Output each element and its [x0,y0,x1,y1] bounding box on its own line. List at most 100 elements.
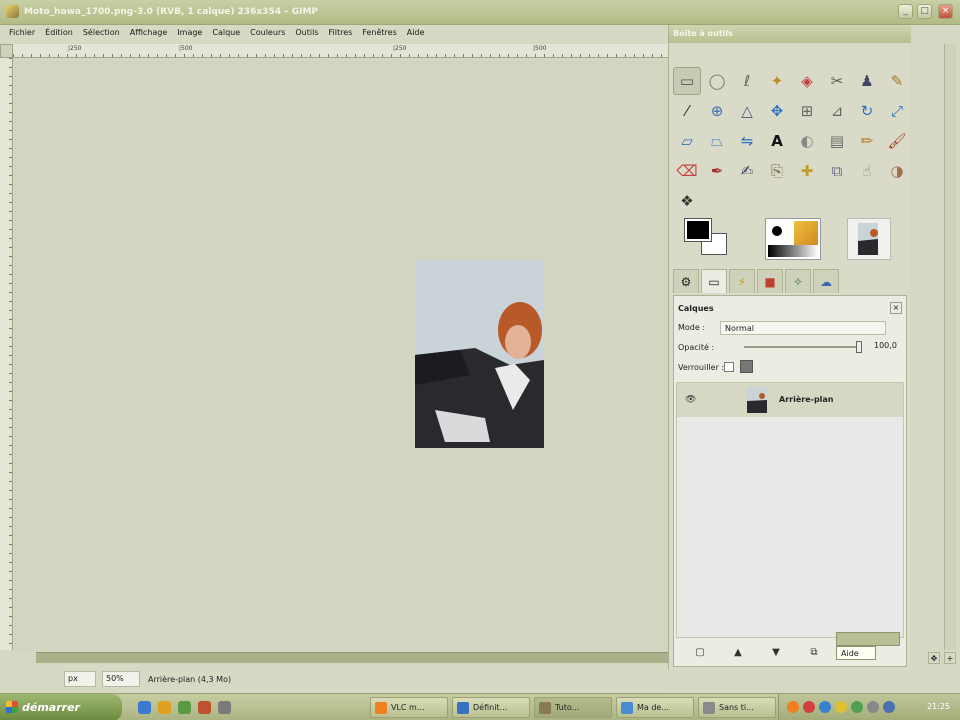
brushes-icon[interactable]: ✧ [785,269,811,293]
device-status-icon[interactable]: ▭ [701,269,727,293]
color-select-icon[interactable]: ◈ [793,67,821,95]
menu-calque[interactable]: Calque [207,25,245,42]
zoom-select[interactable]: 50% [102,671,140,687]
ink-icon[interactable]: ✍ [733,157,761,185]
menu-couleurs[interactable]: Couleurs [245,25,290,42]
heal-icon[interactable]: ✚ [793,157,821,185]
clock[interactable]: 21:25 [927,702,950,711]
free-select-icon[interactable]: ℓ [733,67,761,95]
opacity-slider-handle[interactable] [856,341,862,353]
layer-row[interactable]: 👁 Arrière-plan [677,383,903,417]
navigate-button[interactable]: ✥ [928,652,940,664]
task-definit[interactable]: Définit... [452,697,530,718]
zoom-icon[interactable]: ⊕ [703,97,731,125]
patterns-icon[interactable]: ☁ [813,269,839,293]
ie-icon[interactable] [138,701,151,714]
foreground-select-icon[interactable]: ♟ [853,67,881,95]
vertical-ruler[interactable] [0,58,13,650]
brush-preview[interactable] [772,226,782,236]
tray-network-icon[interactable] [819,701,831,713]
task-tuto[interactable]: Tuto... [534,697,612,718]
mode-select[interactable]: Normal [720,321,886,335]
paths-icon[interactable]: ✎ [883,67,911,95]
dodge-burn-icon[interactable]: ◑ [883,157,911,185]
minimize-button[interactable]: _ [898,4,913,19]
fg-bg-colors[interactable] [681,217,733,261]
unit-select[interactable]: px [64,671,96,687]
scissors-icon[interactable]: ✂ [823,67,851,95]
horizontal-ruler[interactable]: |250 |500 |250 |500 [13,44,668,58]
close-tab-icon[interactable]: × [890,302,902,314]
opacity-slider[interactable] [744,341,862,353]
fuzzy-select-icon[interactable]: ✦ [763,67,791,95]
new-layer-icon[interactable]: ▢ [686,647,714,658]
crop-icon[interactable]: ⊿ [823,97,851,125]
ellipse-select-icon[interactable]: ◯ [703,67,731,95]
pencil-icon[interactable]: ✏ [853,127,881,155]
vertical-scrollbar[interactable] [944,44,956,650]
rotate-icon[interactable]: ↻ [853,97,881,125]
active-image-preview[interactable] [847,218,891,260]
menu-fichier[interactable]: Fichier [4,25,40,42]
eraser-icon[interactable]: ⌫ [673,157,701,185]
smudge-icon[interactable]: ☝ [853,157,881,185]
airbrush-icon[interactable]: ✒ [703,157,731,185]
menu-aide[interactable]: Aide [402,25,430,42]
task-ma-de[interactable]: Ma de... [616,697,694,718]
quicklaunch-icon[interactable] [218,701,231,714]
media-player-icon[interactable] [158,701,171,714]
tray-update-icon[interactable] [851,701,863,713]
rect-select-icon[interactable]: ▭ [673,67,701,95]
layer-name[interactable]: Arrière-plan [779,395,834,404]
start-button[interactable]: démarrer [0,694,122,720]
ruler-corner[interactable] [0,44,13,58]
menu-affichage[interactable]: Affichage [125,25,173,42]
lock-pixels-icon[interactable] [740,360,753,373]
duplicate-layer-icon[interactable]: ⧉ [800,647,828,658]
brush-pattern-gradient[interactable] [765,218,821,260]
raise-layer-icon[interactable]: ▲ [724,647,752,658]
maximize-button[interactable]: □ [917,4,932,19]
pattern-preview[interactable] [794,221,818,245]
menu-outils[interactable]: Outils [290,25,323,42]
tool-options-icon[interactable]: ⚙ [673,269,699,293]
undo-history-icon[interactable]: ⚡ [729,269,755,293]
shear-icon[interactable]: ▱ [673,127,701,155]
images-icon[interactable]: ■ [757,269,783,293]
lock-alpha-checkbox[interactable] [724,362,734,372]
firefox-icon[interactable] [198,701,211,714]
bucket-fill-icon[interactable]: ◐ [793,127,821,155]
flip-icon[interactable]: ⇋ [733,127,761,155]
opacity-value[interactable]: 100,0 [874,341,897,350]
paintbrush-icon[interactable]: 🖌 [883,127,911,155]
photo-image[interactable] [415,260,544,448]
image-canvas[interactable] [14,59,668,651]
visibility-eye-icon[interactable]: 👁 [685,395,696,405]
menu-fenetres[interactable]: Fenêtres [357,25,401,42]
task-vlc[interactable]: VLC m... [370,697,448,718]
menu-filtres[interactable]: Filtres [324,25,358,42]
tray-volume-icon[interactable] [867,701,879,713]
clone-icon[interactable]: ⎘ [763,157,791,185]
scale-icon[interactable]: ⤢ [883,97,911,125]
menu-edition[interactable]: Édition [40,25,78,42]
color-tool-icon[interactable]: ❖ [673,187,701,215]
lower-layer-icon[interactable]: ▼ [762,647,790,658]
tray-antivirus-icon[interactable] [803,701,815,713]
color-picker-icon[interactable]: ⁄ [673,97,701,125]
align-icon[interactable]: ⊞ [793,97,821,125]
text-icon[interactable]: A [763,127,791,155]
blend-icon[interactable]: ▤ [823,127,851,155]
close-button[interactable]: × [938,4,953,19]
task-sans-ti[interactable]: Sans ti... [698,697,776,718]
desktop-icon[interactable] [178,701,191,714]
tray-vlc-icon[interactable] [787,701,799,713]
tray-bluetooth-icon[interactable] [883,701,895,713]
layers-list[interactable]: 👁 Arrière-plan [676,382,904,638]
measure-icon[interactable]: △ [733,97,761,125]
menu-selection[interactable]: Sélection [78,25,125,42]
menu-image[interactable]: Image [172,25,207,42]
tray-messenger-icon[interactable] [835,701,847,713]
foreground-color-swatch[interactable] [684,218,712,242]
horizontal-scrollbar[interactable] [36,652,668,663]
